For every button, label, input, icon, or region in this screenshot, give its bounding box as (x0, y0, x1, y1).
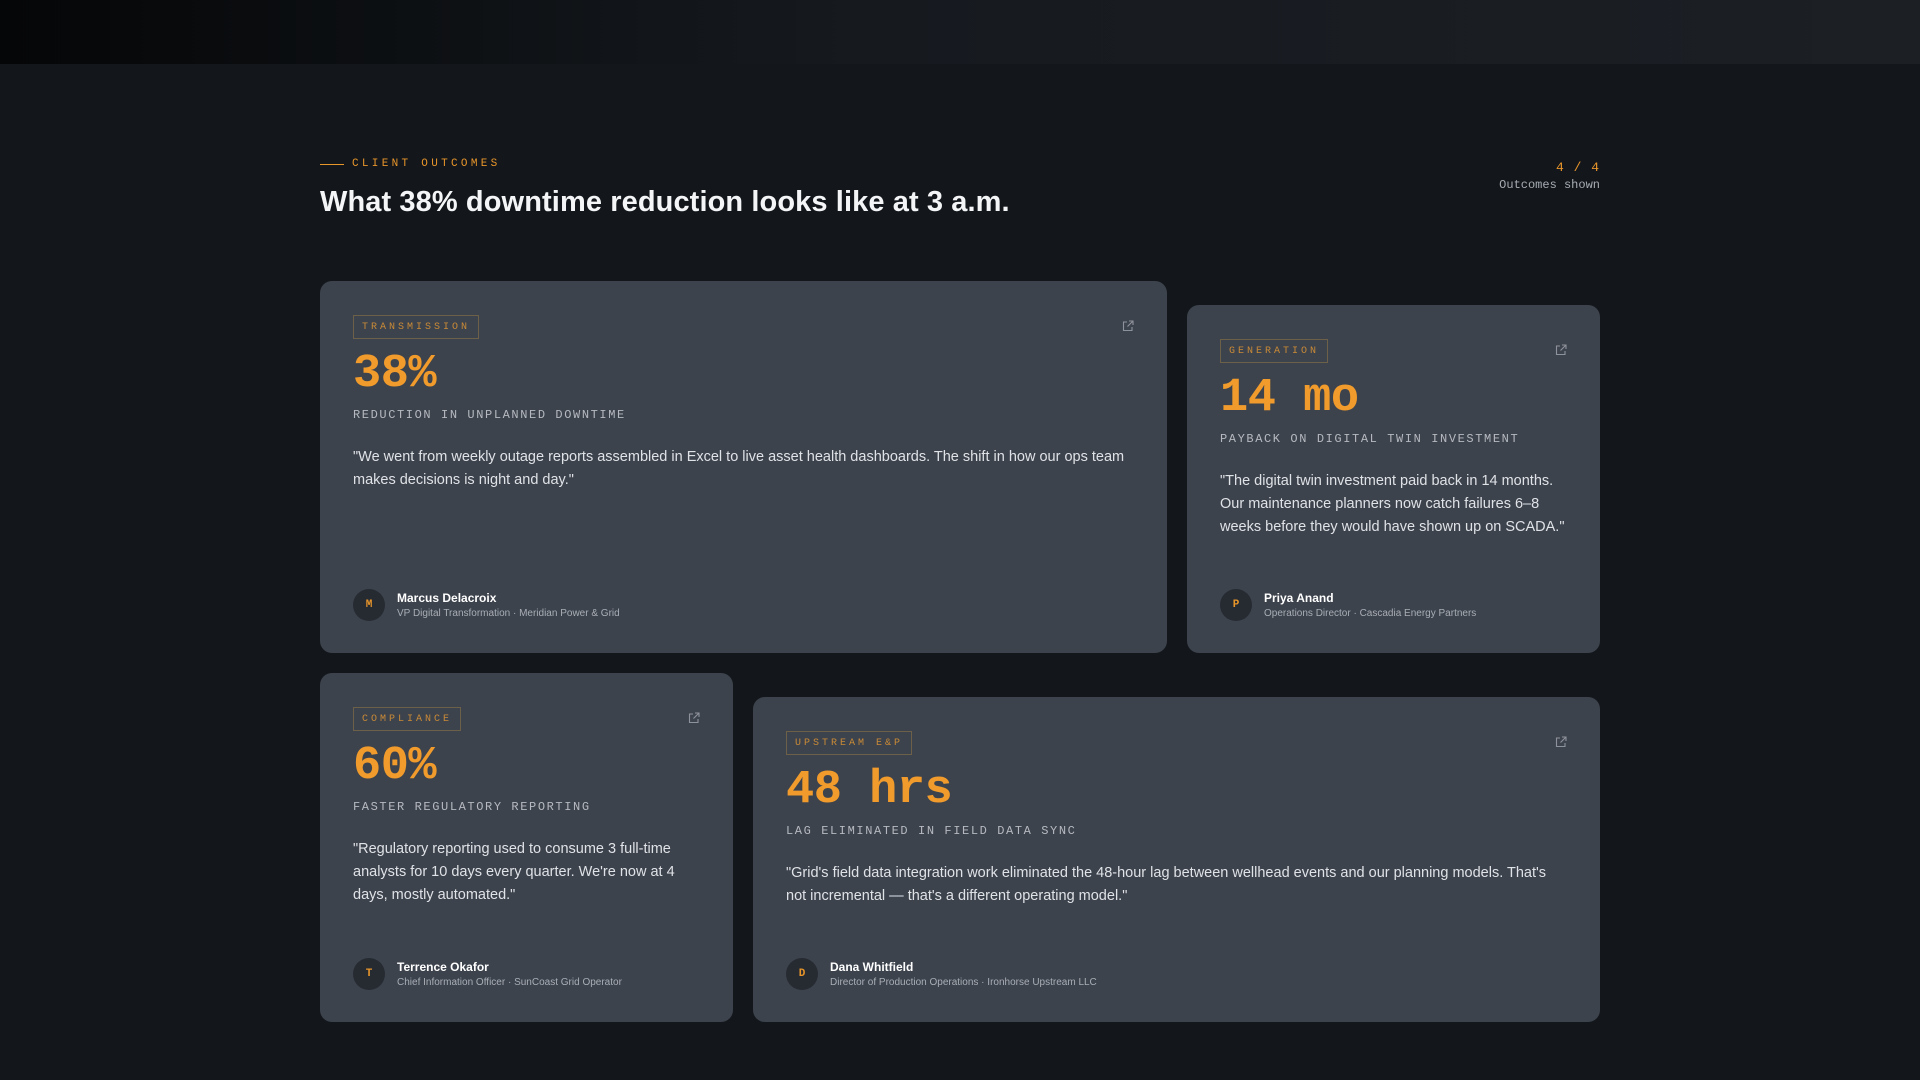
attribution: D Dana Whitfield Director of Production … (786, 958, 1097, 990)
person-name: Terrence Okafor (397, 960, 489, 974)
person-role: Chief Information Officer · SunCoast Gri… (397, 977, 622, 988)
eyebrow-label: CLIENT OUTCOMES (352, 158, 501, 170)
person-role: Operations Director · Cascadia Energy Pa… (1264, 608, 1477, 619)
person-role: VP Digital Transformation · Meridian Pow… (397, 608, 620, 619)
eyebrow-rule (320, 163, 344, 165)
outcome-card-compliance[interactable]: COMPLIANCE 60% FASTER REGULATORY REPORTI… (320, 673, 733, 1022)
metric-value: 14 mo (1220, 372, 1359, 425)
avatar: D (786, 958, 818, 990)
avatar: P (1220, 589, 1252, 621)
sector-tag: GENERATION (1220, 339, 1329, 363)
metric-label: FASTER REGULATORY REPORTING (353, 800, 591, 814)
person-name: Marcus Delacroix (397, 591, 497, 605)
external-link-icon[interactable] (1554, 735, 1568, 749)
outcome-card-transmission[interactable]: TRANSMISSION 38% REDUCTION IN UNPLANNED … (320, 281, 1167, 653)
outcomes-count-label: Outcomes shown (1499, 178, 1600, 192)
outcomes-counter: 4 / 4 Outcomes shown (1499, 160, 1600, 192)
top-navigation-bar (0, 0, 1920, 64)
sector-tag: TRANSMISSION (353, 315, 480, 339)
person-name: Dana Whitfield (830, 960, 914, 974)
testimonial-quote: "We went from weekly outage reports asse… (353, 449, 1125, 488)
metric-value: 38% (353, 348, 437, 401)
section-headline: What 38% downtime reduction looks like a… (320, 186, 1010, 218)
metric-label: PAYBACK ON DIGITAL TWIN INVESTMENT (1220, 432, 1520, 446)
testimonial-quote: "Regulatory reporting used to consume 3 … (353, 841, 675, 903)
metric-value: 48 hrs (786, 764, 953, 817)
metric-value: 60% (353, 740, 437, 793)
sector-tag: COMPLIANCE (353, 707, 462, 731)
attribution: M Marcus Delacroix VP Digital Transforma… (353, 589, 620, 621)
attribution: P Priya Anand Operations Director · Casc… (1220, 589, 1476, 621)
metric-label: LAG ELIMINATED IN FIELD DATA SYNC (786, 824, 1077, 838)
avatar: M (353, 589, 385, 621)
metric-label: REDUCTION IN UNPLANNED DOWNTIME (353, 408, 626, 422)
person-name: Priya Anand (1264, 591, 1334, 605)
person-role: Director of Production Operations · Iron… (830, 977, 1097, 988)
external-link-icon[interactable] (1121, 319, 1135, 333)
testimonial-quote: "Grid's field data integration work elim… (786, 865, 1547, 904)
external-link-icon[interactable] (687, 711, 701, 725)
outcomes-count: 4 / 4 (1555, 160, 1600, 175)
testimonial-quote: "The digital twin investment paid back i… (1220, 473, 1565, 535)
attribution: T Terrence Okafor Chief Information Offi… (353, 958, 622, 990)
client-outcomes-header: CLIENT OUTCOMES What 38% downtime reduct… (320, 158, 1600, 219)
sector-tag: UPSTREAM E&P (786, 731, 913, 755)
avatar: T (353, 958, 385, 990)
outcome-card-generation[interactable]: GENERATION 14 mo PAYBACK ON DIGITAL TWIN… (1187, 305, 1600, 653)
external-link-icon[interactable] (1554, 343, 1568, 357)
outcome-card-upstream[interactable]: UPSTREAM E&P 48 hrs LAG ELIMINATED IN FI… (753, 697, 1600, 1022)
section-eyebrow: CLIENT OUTCOMES (320, 158, 1600, 170)
